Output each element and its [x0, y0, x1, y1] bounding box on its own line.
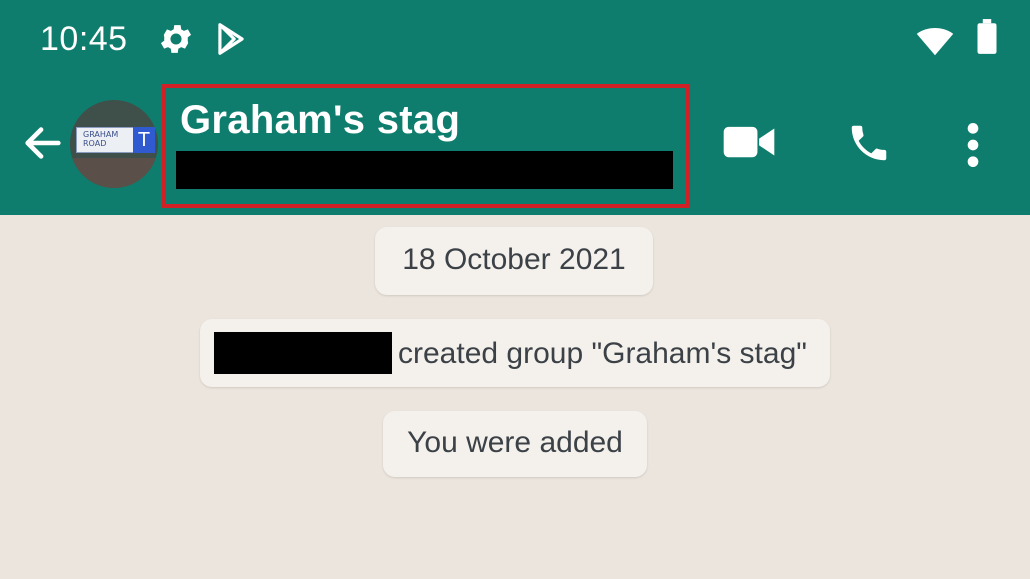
video-call-icon[interactable]	[722, 120, 776, 164]
back-arrow-icon[interactable]	[20, 120, 66, 166]
battery-icon	[977, 19, 997, 54]
added-message: You were added	[383, 411, 647, 477]
play-store-icon	[218, 23, 244, 55]
date-separator: 18 October 2021	[375, 227, 653, 295]
status-bar: 10:45	[0, 0, 1030, 80]
highlight-box	[162, 84, 690, 208]
avatar-sign-text: GRAHAM ROAD	[83, 130, 119, 148]
gear-icon	[160, 25, 192, 53]
avatar-sign-badge: T	[133, 127, 155, 153]
status-time: 10:45	[40, 20, 128, 58]
wifi-icon	[916, 27, 954, 56]
group-created-text: created group "Graham's stag"	[398, 337, 807, 370]
chat-area[interactable]: 18 October 2021 created group "Graham's …	[0, 215, 1030, 579]
avatar-ground	[70, 158, 158, 188]
avatar-street-sign: GRAHAM ROAD	[76, 127, 140, 153]
group-avatar[interactable]: GRAHAM ROAD T	[70, 100, 158, 188]
more-vert-icon[interactable]	[960, 120, 986, 170]
phone-icon[interactable]	[846, 120, 892, 166]
group-created-message: created group "Graham's stag"	[200, 319, 830, 387]
redacted-creator-name	[214, 332, 392, 374]
